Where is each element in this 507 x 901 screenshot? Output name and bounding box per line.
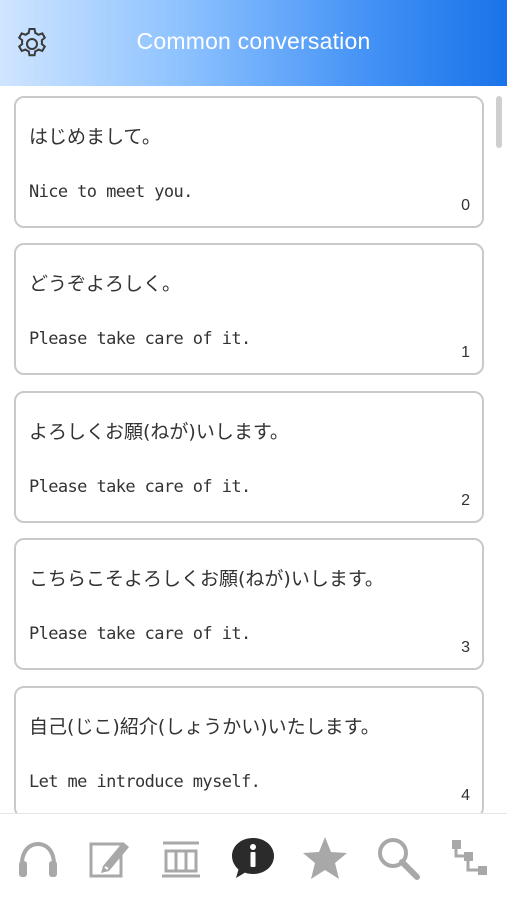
item-number: 1 [461, 344, 470, 361]
japanese-text: はじめまして。 [29, 126, 161, 148]
kanji-icon[interactable] [157, 834, 205, 882]
english-text: Please take care of it. [29, 477, 251, 497]
item-number: 2 [461, 492, 470, 509]
list-item[interactable]: 自己(じこ)紹介(しょうかい)いたします。 Let me introduce m… [14, 686, 484, 813]
headphones-icon[interactable] [14, 834, 62, 882]
conversation-list[interactable]: はじめまして。 Nice to meet you. 0 どうぞよろしく。 Ple… [0, 86, 507, 813]
star-icon[interactable] [301, 834, 349, 882]
item-number: 3 [461, 639, 470, 656]
item-number: 0 [461, 197, 470, 214]
japanese-text: こちらこそよろしくお願(ねが)いします。 [29, 568, 384, 590]
bottom-tab-bar [0, 813, 507, 901]
hierarchy-icon[interactable] [446, 834, 494, 882]
edit-icon[interactable] [85, 834, 133, 882]
item-number: 4 [461, 787, 470, 804]
app-header: Common conversation [0, 0, 507, 86]
english-text: Please take care of it. [29, 329, 251, 349]
japanese-text: 自己(じこ)紹介(しょうかい)いたします。 [29, 716, 380, 738]
list-item[interactable]: どうぞよろしく。 Please take care of it. 1 [14, 243, 484, 375]
english-text: Nice to meet you. [29, 182, 193, 202]
search-icon[interactable] [374, 834, 422, 882]
info-icon[interactable] [229, 834, 277, 882]
list-item[interactable]: はじめまして。 Nice to meet you. 0 [14, 96, 484, 228]
english-text: Please take care of it. [29, 624, 251, 644]
scrollbar[interactable] [496, 96, 502, 148]
english-text: Let me introduce myself. [29, 772, 261, 792]
japanese-text: どうぞよろしく。 [29, 273, 182, 295]
page-title: Common conversation [136, 28, 371, 54]
list-item[interactable]: よろしくお願(ねが)いします。 Please take care of it. … [14, 391, 484, 523]
japanese-text: よろしくお願(ねが)いします。 [29, 421, 289, 443]
list-item[interactable]: こちらこそよろしくお願(ねが)いします。 Please take care of… [14, 538, 484, 670]
